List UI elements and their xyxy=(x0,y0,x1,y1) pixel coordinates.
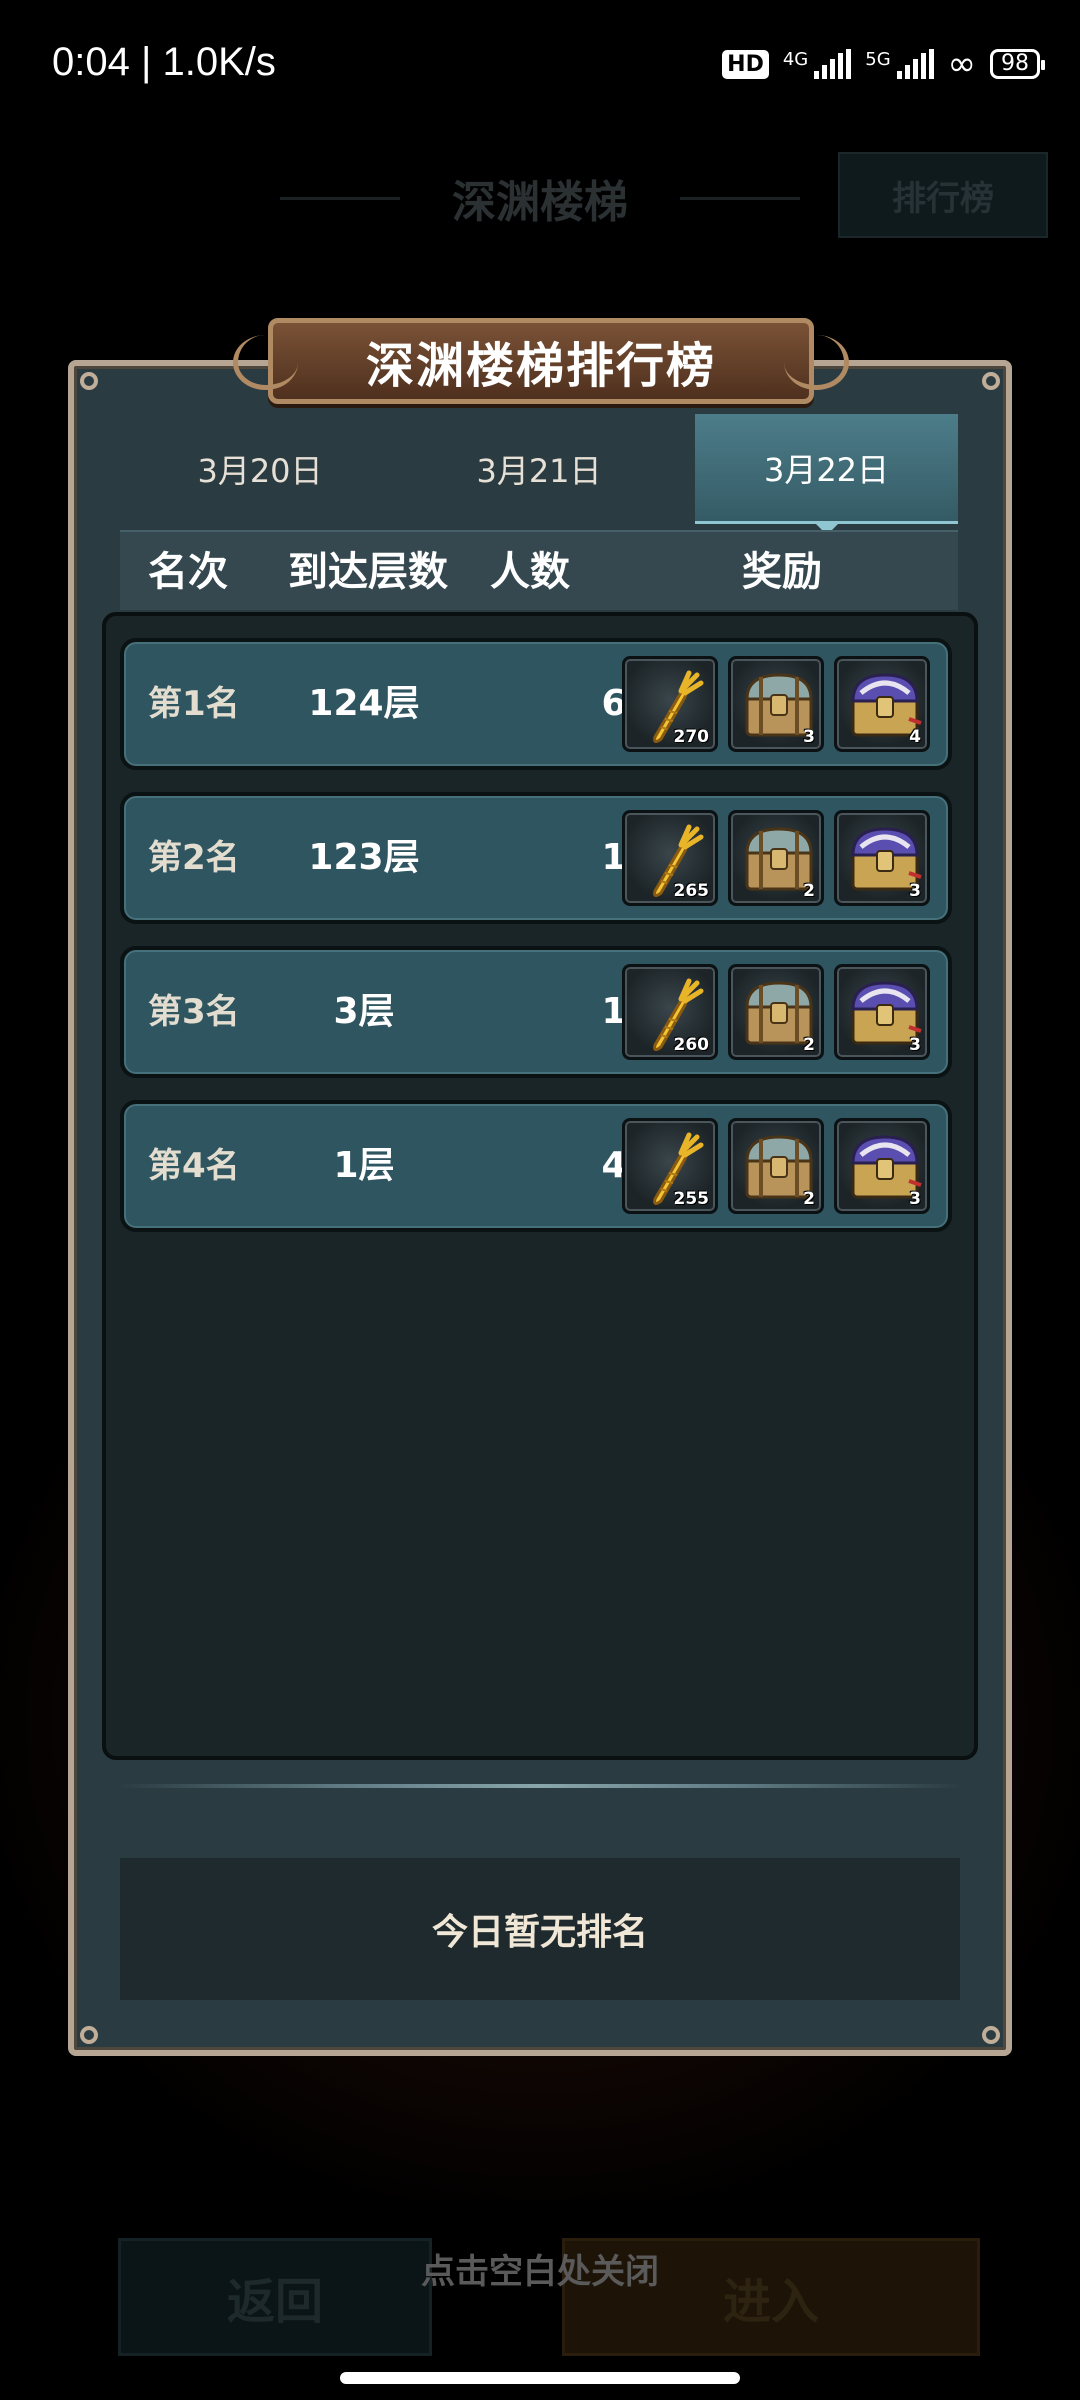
reward-qty: 255 xyxy=(673,1189,710,1209)
column-reward: 奖励 xyxy=(742,549,822,595)
signal-5g-icon: 5G xyxy=(865,49,934,79)
reward-qty: 2 xyxy=(803,1035,815,1055)
table-row: 第4名 1层 4 255 2 3 xyxy=(120,1100,952,1232)
carrot-reward[interactable]: 260 xyxy=(622,964,718,1060)
status-bar: 0:04 | 1.0K/s HD 4G 5G ∞ 98 xyxy=(0,0,1080,130)
close-hint[interactable]: 点击空白处关闭 xyxy=(0,2244,1080,2293)
bronze-chest-reward[interactable]: 2 xyxy=(728,810,824,906)
panel-corner-ornament xyxy=(982,372,1000,390)
reward-list: 270 3 4 xyxy=(622,656,930,752)
my-rank-status: 今日暂无排名 xyxy=(120,1858,960,2000)
table-row: 第1名 124层 6 270 3 4 xyxy=(120,638,952,770)
link-icon: ∞ xyxy=(947,44,976,84)
reward-qty: 2 xyxy=(803,1189,815,1209)
reward-list: 265 2 3 xyxy=(622,810,930,906)
reward-qty: 3 xyxy=(909,1189,921,1209)
divider xyxy=(118,1784,962,1788)
rank-label: 第4名 xyxy=(148,1146,240,1186)
background-title: 深渊楼梯 xyxy=(280,152,800,244)
panel-corner-ornament xyxy=(80,2026,98,2044)
rank-label: 第3名 xyxy=(148,992,240,1032)
panel-corner-ornament xyxy=(982,2026,1000,2044)
tab-mar-21[interactable]: 3月21日 xyxy=(400,414,678,524)
rank-label: 第1名 xyxy=(148,684,240,724)
reward-list: 260 2 3 xyxy=(622,964,930,1060)
floor-value: 3层 xyxy=(333,991,395,1032)
carrot-reward[interactable]: 255 xyxy=(622,1118,718,1214)
status-time: 0:04 | 1.0K/s xyxy=(52,40,276,84)
reward-qty: 265 xyxy=(673,881,710,901)
reward-qty: 3 xyxy=(803,727,815,747)
home-indicator[interactable] xyxy=(340,2372,740,2384)
signal-4g-icon: 4G xyxy=(783,49,852,79)
table-row: 第2名 123层 1 265 2 3 xyxy=(120,792,952,924)
reward-qty: 2 xyxy=(803,881,815,901)
rank-label: 第2名 xyxy=(148,838,240,878)
bronze-chest-reward[interactable]: 3 xyxy=(728,656,824,752)
panel-corner-ornament xyxy=(80,372,98,390)
purple-chest-reward[interactable]: 4 xyxy=(834,656,930,752)
reward-qty: 4 xyxy=(909,727,921,747)
reward-qty: 3 xyxy=(909,1035,921,1055)
status-icons: HD 4G 5G ∞ 98 xyxy=(722,44,1045,84)
bronze-chest-reward[interactable]: 2 xyxy=(728,964,824,1060)
bronze-chest-reward[interactable]: 2 xyxy=(728,1118,824,1214)
table-header: 名次 到达层数 人数 奖励 xyxy=(120,530,958,610)
floor-value: 123层 xyxy=(308,837,420,878)
purple-chest-reward[interactable]: 3 xyxy=(834,1118,930,1214)
column-floor: 到达层数 xyxy=(288,549,448,595)
battery-icon: 98 xyxy=(990,49,1045,79)
column-count: 人数 xyxy=(490,549,570,595)
reward-qty: 270 xyxy=(673,727,710,747)
reward-qty: 260 xyxy=(673,1035,710,1055)
table-row: 第3名 3层 1 260 2 3 xyxy=(120,946,952,1078)
reward-list: 255 2 3 xyxy=(622,1118,930,1214)
panel-title: 深渊楼梯排行榜 xyxy=(233,318,849,404)
reward-qty: 3 xyxy=(909,881,921,901)
background-rank-button: 排行榜 xyxy=(838,152,1048,238)
tab-mar-22[interactable]: 3月22日 xyxy=(695,414,958,535)
column-rank: 名次 xyxy=(148,549,228,595)
floor-value: 124层 xyxy=(308,683,420,724)
date-tabs: 3月20日 3月21日 3月22日 xyxy=(120,414,958,535)
purple-chest-reward[interactable]: 3 xyxy=(834,810,930,906)
floor-value: 1层 xyxy=(333,1145,395,1186)
carrot-reward[interactable]: 270 xyxy=(622,656,718,752)
carrot-reward[interactable]: 265 xyxy=(622,810,718,906)
purple-chest-reward[interactable]: 3 xyxy=(834,964,930,1060)
tab-mar-20[interactable]: 3月20日 xyxy=(120,414,400,524)
hd-icon: HD xyxy=(722,49,769,79)
